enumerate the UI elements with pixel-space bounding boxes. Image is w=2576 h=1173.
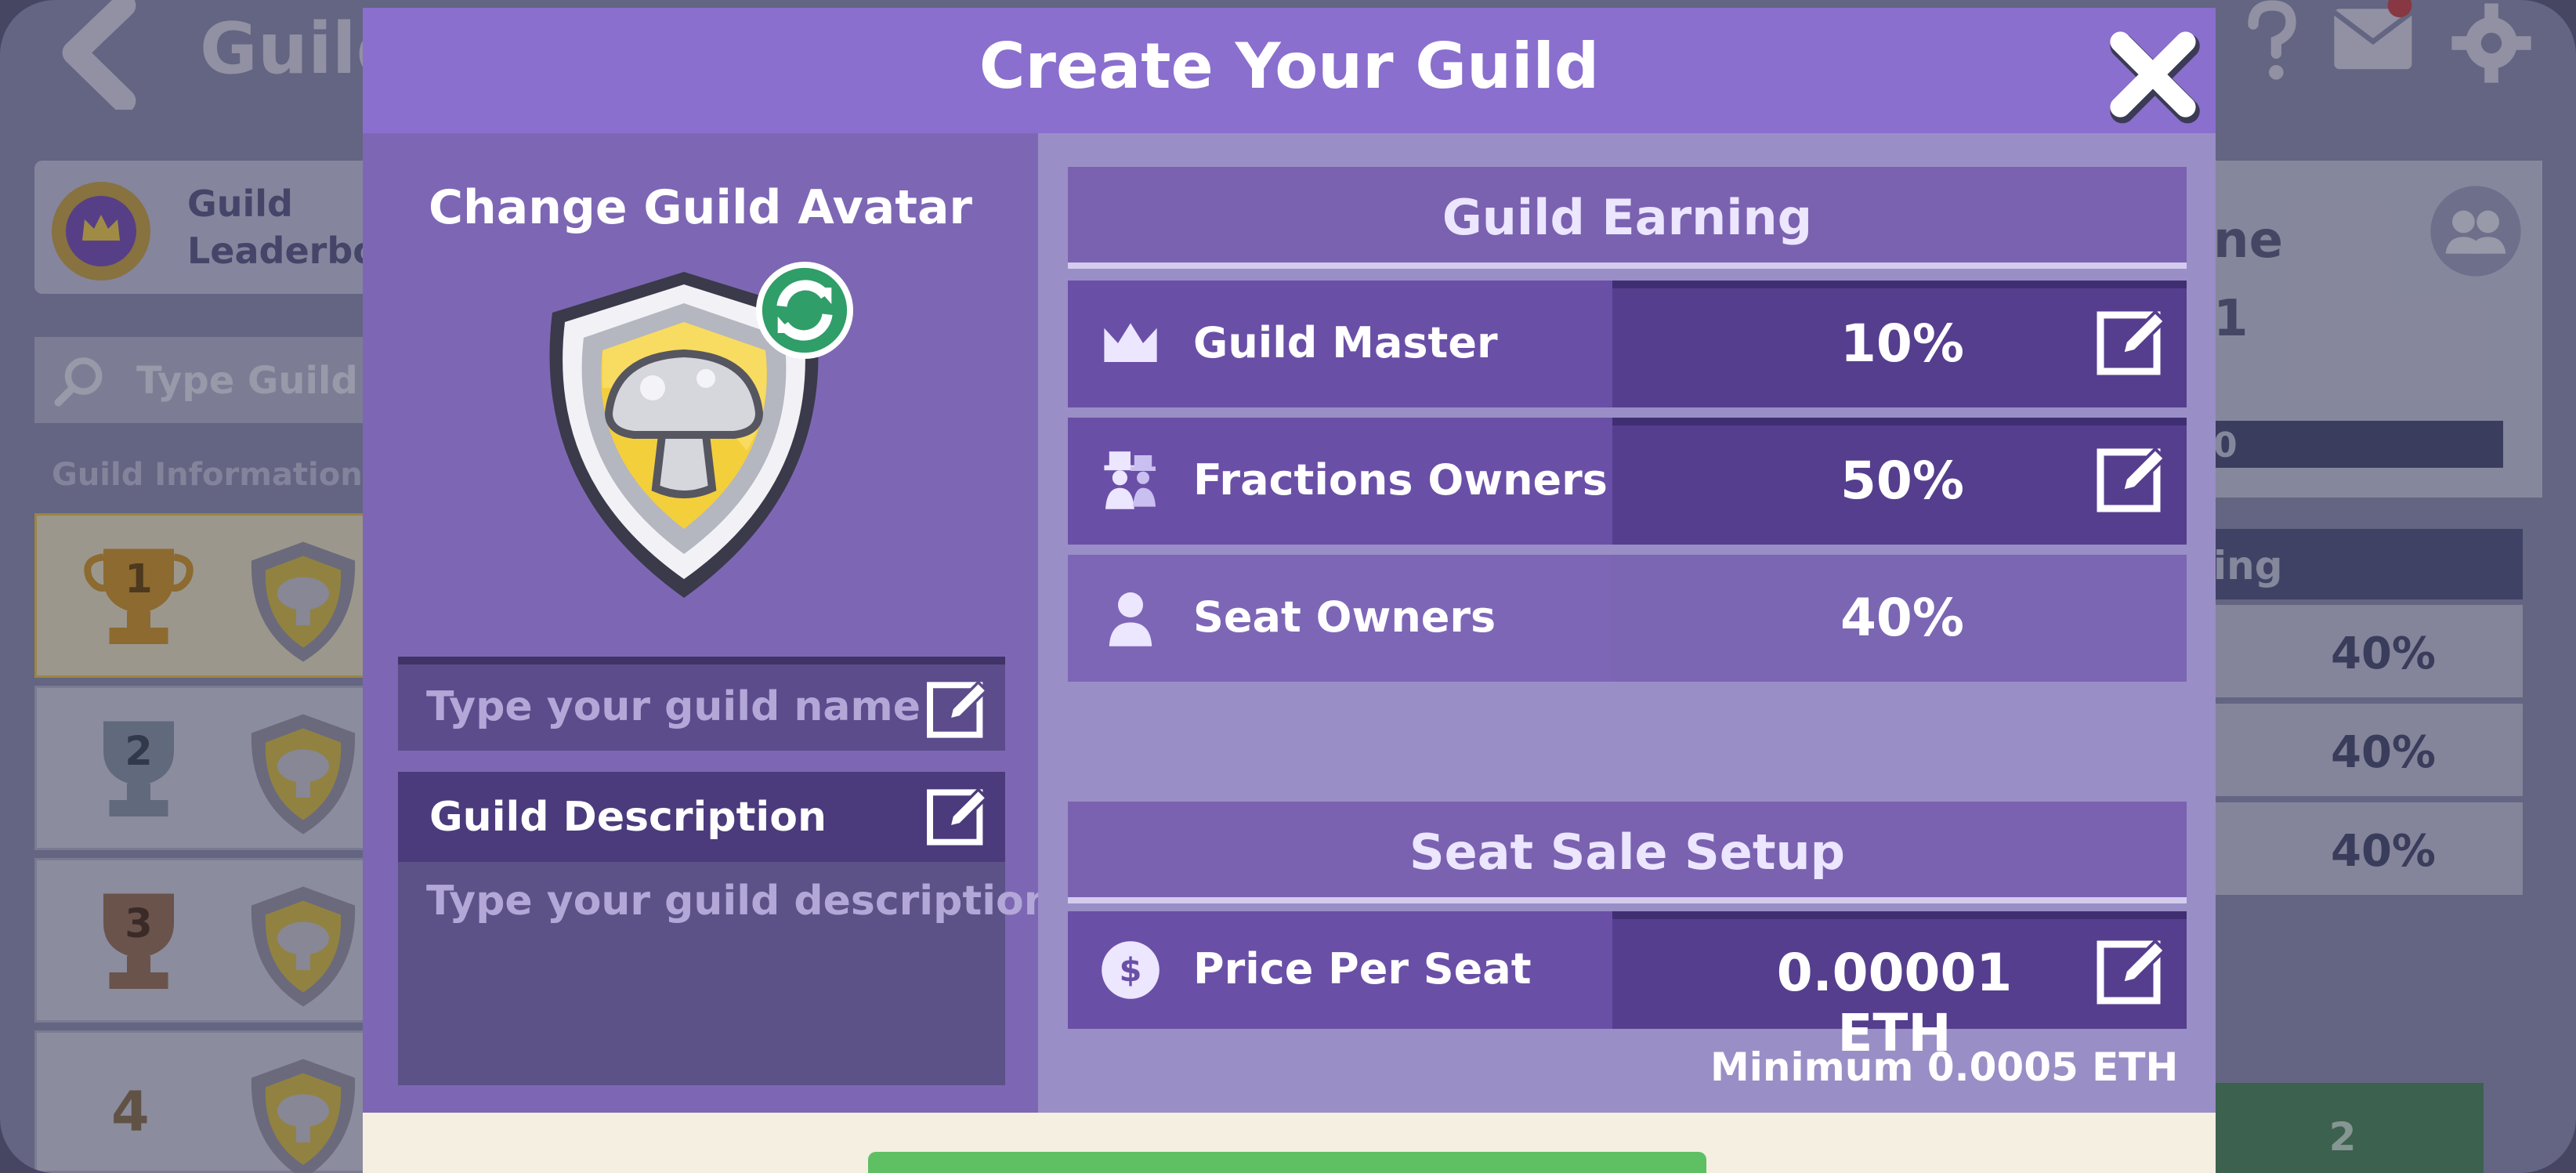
row-label-cell: Seat Owners [1068,555,1612,682]
leaderboard-row[interactable]: 2 [34,686,379,850]
leaderboard-row[interactable]: 3 [34,858,379,1023]
guild-name-input[interactable]: Type your guild name [398,657,1005,751]
settings-gear-icon[interactable] [2448,0,2534,86]
leaderboard-badge-icon [52,182,150,281]
row-value-cell: 50% [1612,418,2187,545]
row-label-cell: Fractions Owners [1068,418,1612,545]
guild-description-input[interactable]: Guild Description Type your guild descri… [398,772,1053,1085]
row-value: 50% [1840,451,1964,511]
earning-row-fractions-owners: Fractions Owners 50% [1068,418,2187,545]
leaderboard-label-1: Guild [187,183,293,225]
edit-name-icon[interactable] [924,675,993,744]
bg-green-button[interactable]: 2 [2213,1083,2484,1173]
fraction-owners-icon [1104,451,1156,509]
earning-row-seat-owners: Seat Owners 40% [1068,555,2187,682]
row-label: Guild Master [1193,318,1498,367]
guild-name-placeholder: Type your guild name [426,683,921,730]
bg-progress-bar: 0 [2213,421,2503,468]
bg-progress-text: 0 [2213,425,2238,465]
price-input[interactable]: 0.00001 ETH [1612,911,2187,1063]
back-arrow-icon[interactable] [47,0,157,110]
person-icon [1109,592,1152,646]
row-value-cell: 10% [1612,281,2187,407]
guild-earning-title: Guild Earning [1442,189,1813,246]
bg-percent-value: 40% [2331,826,2437,877]
help-icon[interactable] [2241,0,2303,86]
seat-sale-title: Seat Sale Setup [1409,824,1845,881]
row-label: Fractions Owners [1193,455,1608,505]
bronze-trophy-icon: 3 [103,893,174,989]
rank-number: 4 [111,1080,150,1144]
bg-guild-info-panel: ne 1 0 [2213,161,2542,498]
bg-info-label: Guild Information [52,457,363,493]
change-avatar-label: Change Guild Avatar [428,180,973,235]
edit-guild-master-icon[interactable] [2094,304,2173,382]
row-value: 10% [1840,313,1964,374]
svg-text:2: 2 [125,729,153,775]
bg-green-button-label: 2 [2328,1114,2357,1160]
edit-description-icon[interactable] [924,783,993,852]
guild-shield-icon [251,541,356,662]
leaderboard-row[interactable]: 1 [34,513,379,678]
guild-shield-icon [251,886,356,1007]
bg-percent-value: 40% [2331,727,2437,778]
row-label: Seat Owners [1193,592,1496,642]
crown-icon [1104,323,1157,362]
description-label: Guild Description [429,794,827,841]
minimum-price-note: Minimum 0.0005 ETH [1710,1044,2179,1090]
bg-section-header: ing [2213,529,2523,599]
guild-shield-icon [251,714,356,834]
row-value-cell: 40% [1612,555,2187,682]
bg-percent-row: 40% [2213,802,2523,895]
svg-text:$: $ [1120,950,1142,989]
description-placeholder: Type your guild description [426,878,1053,925]
bg-search-input[interactable]: Type Guild Na [34,337,428,423]
seat-sale-header: Seat Sale Setup [1068,802,2187,903]
earning-row-guild-master: Guild Master 10% [1068,281,2187,407]
edit-fractions-owners-icon[interactable] [2094,441,2173,520]
search-icon [54,357,103,407]
svg-text:3: 3 [125,901,153,947]
close-button[interactable] [2102,24,2204,125]
bg-section-label: ing [2213,543,2283,588]
row-label-cell: $ Price Per Seat [1068,911,1612,1029]
silver-trophy-icon: 2 [103,721,174,816]
mail-icon[interactable] [2331,0,2417,74]
members-icon[interactable] [2429,184,2523,278]
row-label-cell: Guild Master [1068,281,1612,407]
leaderboard-row[interactable]: 4 [34,1030,379,1173]
guild-leaderboard-button[interactable]: Guild Leaderboa [34,161,402,294]
modal-header: Create Your Guild [363,8,2216,133]
price-label: Price Per Seat [1193,944,1532,994]
row-value: 40% [1840,588,1964,648]
avatar-column: Change Guild Avatar Type your guild name [363,133,1053,1113]
bg-percent-row: 40% [2213,605,2523,697]
edit-price-icon[interactable] [2094,933,2173,1012]
gold-trophy-icon: 1 [84,548,194,644]
dollar-coin-icon: $ [1102,941,1160,999]
description-header: Guild Description [398,772,1005,862]
modal-title: Create Your Guild [979,30,1600,103]
refresh-avatar-button[interactable] [753,259,856,362]
bg-percent-value: 40% [2331,628,2437,679]
guild-shield-icon [251,1059,356,1173]
bg-right-text-2: 1 [2213,290,2249,348]
bg-percent-row: 40% [2213,704,2523,796]
guild-earning-header: Guild Earning [1068,167,2187,269]
bg-right-text-1: ne [2213,212,2283,270]
create-guild-button[interactable] [868,1152,1706,1173]
svg-text:1: 1 [125,556,153,603]
price-per-seat-row: $ Price Per Seat 0.00001 ETH [1068,911,2187,1063]
